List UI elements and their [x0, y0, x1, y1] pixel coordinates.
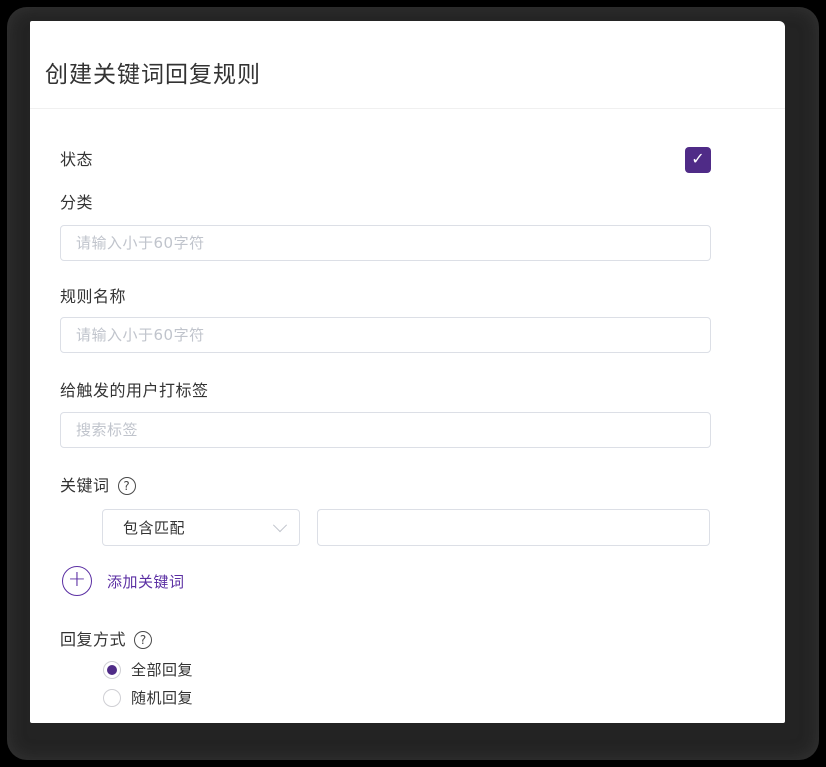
radio-unselected-icon [103, 688, 121, 707]
keyword-help-icon[interactable]: ? [117, 477, 136, 495]
reply-mode-label: 回复方式 [60, 630, 127, 649]
match-type-selected-value: 包含匹配 [123, 519, 186, 537]
add-keyword-button[interactable]: + 添加关键词 [62, 566, 185, 596]
keyword-text-input[interactable] [317, 509, 710, 546]
category-input[interactable] [60, 225, 711, 261]
tag-search-input[interactable] [60, 412, 711, 448]
chevron-down-icon [272, 517, 288, 532]
add-keyword-label: 添加关键词 [107, 572, 185, 591]
checkmark-icon: ✓ [691, 149, 705, 168]
radio-option-label: 全部回复 [131, 661, 194, 679]
category-label: 分类 [60, 193, 94, 212]
radio-option-label: 随机回复 [131, 689, 194, 707]
reply-mode-label-row: 回复方式 ? [60, 628, 711, 652]
status-row: 状态 ✓ [60, 147, 711, 173]
match-type-select[interactable]: 包含匹配 [102, 509, 300, 546]
keyword-controls-row: 包含匹配 [102, 509, 711, 546]
dialog-form: 状态 ✓ 分类 规则名称 给触发的用户打标签 关键词 ? 包含匹配 [30, 147, 785, 707]
status-label: 状态 [60, 150, 94, 169]
dialog-title: 创建关键词回复规则 [45, 62, 261, 88]
keyword-label: 关键词 [60, 476, 110, 495]
create-keyword-rule-dialog: 创建关键词回复规则 状态 ✓ 分类 规则名称 给触发的用户打标签 关键词 ? [30, 21, 785, 723]
radio-option-random-reply[interactable]: 随机回复 [103, 688, 711, 707]
rule-name-input[interactable] [60, 317, 711, 353]
reply-mode-help-icon[interactable]: ? [134, 631, 153, 649]
radio-option-reply-all[interactable]: 全部回复 [103, 660, 711, 679]
status-checkbox[interactable]: ✓ [685, 147, 711, 173]
dialog-header: 创建关键词回复规则 [30, 21, 785, 109]
keyword-label-row: 关键词 ? [60, 474, 711, 498]
plus-circle-icon: + [62, 566, 92, 596]
radio-selected-icon [103, 660, 121, 679]
reply-mode-options: 全部回复 随机回复 [103, 660, 711, 707]
rule-name-label: 规则名称 [60, 287, 127, 306]
screenshot-dark-frame: 创建关键词回复规则 状态 ✓ 分类 规则名称 给触发的用户打标签 关键词 ? [0, 0, 826, 767]
tag-users-label: 给触发的用户打标签 [60, 381, 209, 400]
